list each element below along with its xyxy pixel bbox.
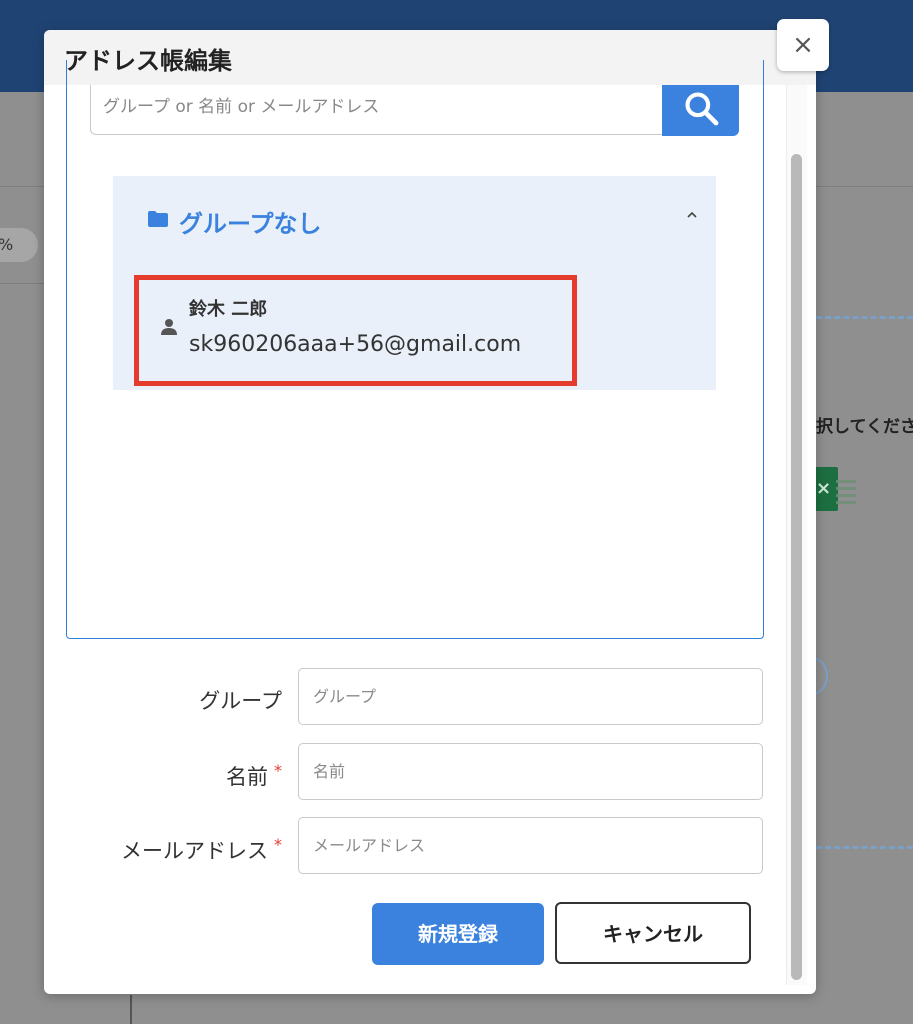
register-button[interactable]: 新規登録: [372, 903, 544, 965]
excel-grid-icon: [836, 476, 856, 504]
close-button[interactable]: ×: [777, 19, 829, 71]
cancel-button[interactable]: キャンセル: [555, 902, 751, 964]
search-input[interactable]: グループ or 名前 or メールアドレス: [90, 85, 664, 135]
folder-icon: [148, 211, 168, 227]
group-title[interactable]: グループなし: [179, 204, 322, 239]
background-prompt-text: 択してくださ: [816, 417, 913, 437]
search-button[interactable]: [662, 85, 739, 136]
group-input[interactable]: グループ: [298, 668, 763, 725]
email-input[interactable]: メールアドレス: [298, 817, 763, 874]
person-icon: [161, 319, 177, 335]
group-section: グループなし 鈴木 二郎 sk960206aaa+56@gmail.com: [113, 176, 716, 390]
chevron-up-icon[interactable]: [685, 208, 699, 222]
divider: [130, 995, 132, 1024]
contact-name: 鈴木 二郎: [189, 299, 268, 320]
excel-x-glyph: ×: [816, 478, 832, 499]
address-book-edit-modal: アドレス帳編集 グループ or 名前 or メールアドレス グループなし 鈴木 …: [44, 30, 816, 994]
email-label: メールアドレス *: [121, 835, 282, 863]
name-label: 名前 *: [226, 761, 282, 789]
contact-email: sk960206aaa+56@gmail.com: [189, 332, 522, 357]
name-input[interactable]: 名前: [298, 743, 763, 800]
required-mark: *: [274, 835, 282, 854]
group-label: グループ: [199, 689, 282, 713]
contact-list-item[interactable]: 鈴木 二郎 sk960206aaa+56@gmail.com: [134, 275, 577, 386]
progress-pill: %: [0, 228, 38, 262]
dashed-divider: [816, 846, 913, 849]
dashed-divider: [816, 316, 913, 319]
required-mark: *: [274, 761, 282, 780]
scrollbar-thumb[interactable]: [791, 154, 802, 980]
search-icon: [685, 92, 719, 126]
